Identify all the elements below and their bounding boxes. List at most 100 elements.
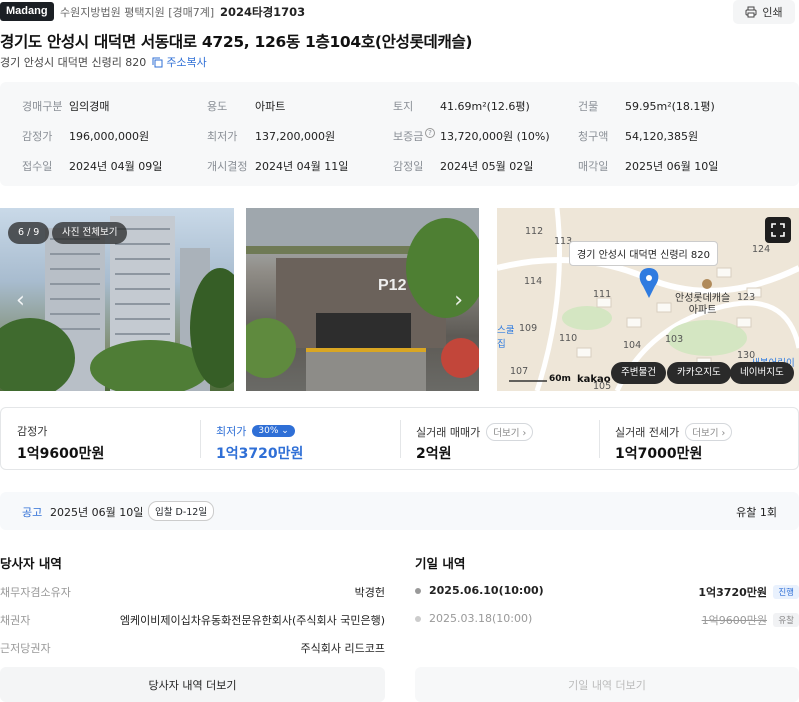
info-label: 용도 (207, 100, 228, 113)
map-scale: 60m (549, 374, 571, 384)
map-address-label: 경기 안성시 대덕면 신령리 820 (569, 241, 719, 266)
info-label: 청구액 (578, 130, 609, 143)
chevron-double-down-icon: ⌄ (281, 426, 289, 436)
info-value: 196,000,000원 (69, 130, 150, 143)
property-photo-parking[interactable]: P12 › (246, 208, 479, 391)
info-value: 54,120,385원 (625, 130, 699, 143)
print-label: 인쇄 (762, 6, 783, 19)
parties-title: 당사자 내역 (0, 556, 62, 571)
divider (200, 420, 201, 458)
print-button[interactable]: 인쇄 (733, 0, 795, 24)
info-label: 경매구분 (22, 100, 63, 113)
divider (400, 420, 401, 458)
party-label: 채무자겸소유자 (0, 586, 71, 599)
map-side-label: 스쿨 집 (497, 322, 514, 350)
parties-more-button[interactable]: 당사자 내역 더보기 (0, 667, 385, 702)
case-number: 2024타경1703 (220, 5, 306, 19)
map-lot-number: 114 (524, 276, 543, 287)
info-value: 137,200,000원 (255, 130, 336, 143)
court-name: 수원지방법원 평택지원 [경매7계] (60, 6, 215, 19)
fail-count: 유찰 1회 (736, 506, 777, 519)
minimum-price-value: 1억3720만원 (216, 446, 304, 462)
help-icon[interactable]: ? (425, 128, 435, 138)
more-text: 더보기 (493, 428, 520, 439)
copy-address-button[interactable]: 주소복사 (152, 54, 207, 70)
info-label: 보증금 (393, 130, 424, 143)
info-label: 건물 (578, 100, 599, 113)
info-value: 59.95m²(18.1평) (625, 100, 715, 113)
prev-photo-icon[interactable]: ‹ (16, 288, 25, 313)
next-photo-icon[interactable]: › (454, 288, 463, 313)
appraisal-label: 감정가 (17, 425, 48, 438)
expand-map-button[interactable] (765, 217, 791, 243)
lot-address-line: 경기 안성시 대덕면 신령리 820 주소복사 (0, 54, 207, 70)
map-lot-number: 104 (623, 340, 642, 351)
info-label: 최저가 (207, 130, 238, 143)
jeonse-price-value: 1억7000만원 (615, 446, 703, 462)
property-photo-building[interactable]: 6 / 9 사진 전체보기 ‹ (0, 208, 234, 391)
copy-address-label: 주소복사 (166, 56, 207, 69)
discount-badge: 30% ⌄ (252, 425, 295, 437)
party-label: 채권자 (0, 614, 31, 627)
map-lot-number: 109 (519, 323, 538, 334)
price-summary: 감정가 1억9600만원 최저가 30% ⌄ 1억3720만원 실거래 매매가 … (0, 407, 799, 470)
map-lot-number: 124 (752, 244, 771, 255)
page-title: 경기도 안성시 대덕면 서동대로 4725, 126동 1층104호(안성롯데캐… (0, 33, 473, 51)
brand-logo[interactable]: Madang (0, 2, 54, 21)
info-label: 접수일 (22, 160, 53, 173)
history-price: 1억9600만원 (701, 614, 767, 627)
nearby-items-button[interactable]: 주변물건 (611, 362, 666, 384)
info-value: 2024년 04월 11일 (255, 160, 349, 173)
map-place-line: 아파트 (688, 305, 717, 316)
kakao-logo: kakao (577, 374, 611, 385)
jeonse-more-button[interactable]: 더보기 › (685, 423, 733, 441)
map-lot-number: 103 (665, 334, 684, 345)
party-value: 박경헌 (354, 586, 385, 599)
notice-label: 공고 (22, 506, 43, 519)
more-text: 더보기 (692, 428, 719, 439)
map-lot-number: 107 (510, 366, 529, 377)
history-dot (415, 588, 421, 594)
info-label: 감정일 (393, 160, 424, 173)
lot-address: 경기 안성시 대덕면 신령리 820 (0, 56, 147, 69)
history-price: 1억3720만원 (698, 586, 767, 599)
map-lot-number: 111 (593, 289, 612, 300)
info-value: 아파트 (255, 100, 286, 113)
jeonse-price-label: 실거래 전세가 더보기 › (615, 423, 733, 441)
party-value: 엠케이비제이십차유동화전문유한회사(주식회사 국민은행) (119, 614, 385, 627)
parking-illustration: P12 (246, 208, 479, 391)
history-date: 2025.06.10(10:00) (429, 584, 544, 597)
sale-price-label: 실거래 매매가 더보기 › (416, 423, 534, 441)
naver-map-button[interactable]: 네이버지도 (730, 362, 794, 384)
info-value: 2024년 05월 02일 (440, 160, 534, 173)
location-map[interactable]: 113 114 111 109 110 104 103 107 105 123 … (497, 208, 799, 391)
jeonse-label: 실거래 전세가 (615, 426, 680, 439)
info-label: 매각일 (578, 160, 609, 173)
info-value: 41.69m²(12.6평) (440, 100, 530, 113)
history-date: 2025.03.18(10:00) (429, 612, 533, 625)
party-value: 주식회사 리드코프 (300, 642, 385, 655)
status-badge: 유찰 (773, 613, 799, 627)
map-lot-number: 112 (525, 226, 544, 237)
party-label: 근저당권자 (0, 642, 51, 655)
history-title: 기일 내역 (415, 556, 466, 571)
kakao-map-button[interactable]: 카카오지도 (667, 362, 731, 384)
info-value: 임의경매 (69, 100, 110, 113)
discount-text: 30% (258, 426, 279, 436)
photo-counter: 6 / 9 (8, 222, 50, 244)
copy-icon (152, 57, 163, 67)
sale-label: 실거래 매매가 (416, 426, 481, 439)
all-photos-button[interactable]: 사진 전체보기 (52, 222, 128, 244)
minimum-label: 최저가 (216, 425, 247, 438)
map-place-line: 안성롯데캐슬 (675, 293, 731, 304)
top-bar: Madang 수원지방법원 평택지원 [경매7계] 2024타경1703 인쇄 (0, 0, 799, 26)
info-label: 감정가 (22, 130, 53, 143)
sale-more-button[interactable]: 더보기 › (486, 423, 534, 441)
expand-icon (771, 223, 785, 237)
map-side-line: 스쿨 (497, 325, 515, 336)
history-more-button[interactable]: 기일 내역 더보기 (415, 667, 799, 702)
divider (599, 420, 600, 458)
status-badge: 진행 (773, 585, 799, 599)
info-label: 개시결정 (207, 160, 248, 173)
info-value: 13,720,000원 (10%) (440, 130, 550, 143)
